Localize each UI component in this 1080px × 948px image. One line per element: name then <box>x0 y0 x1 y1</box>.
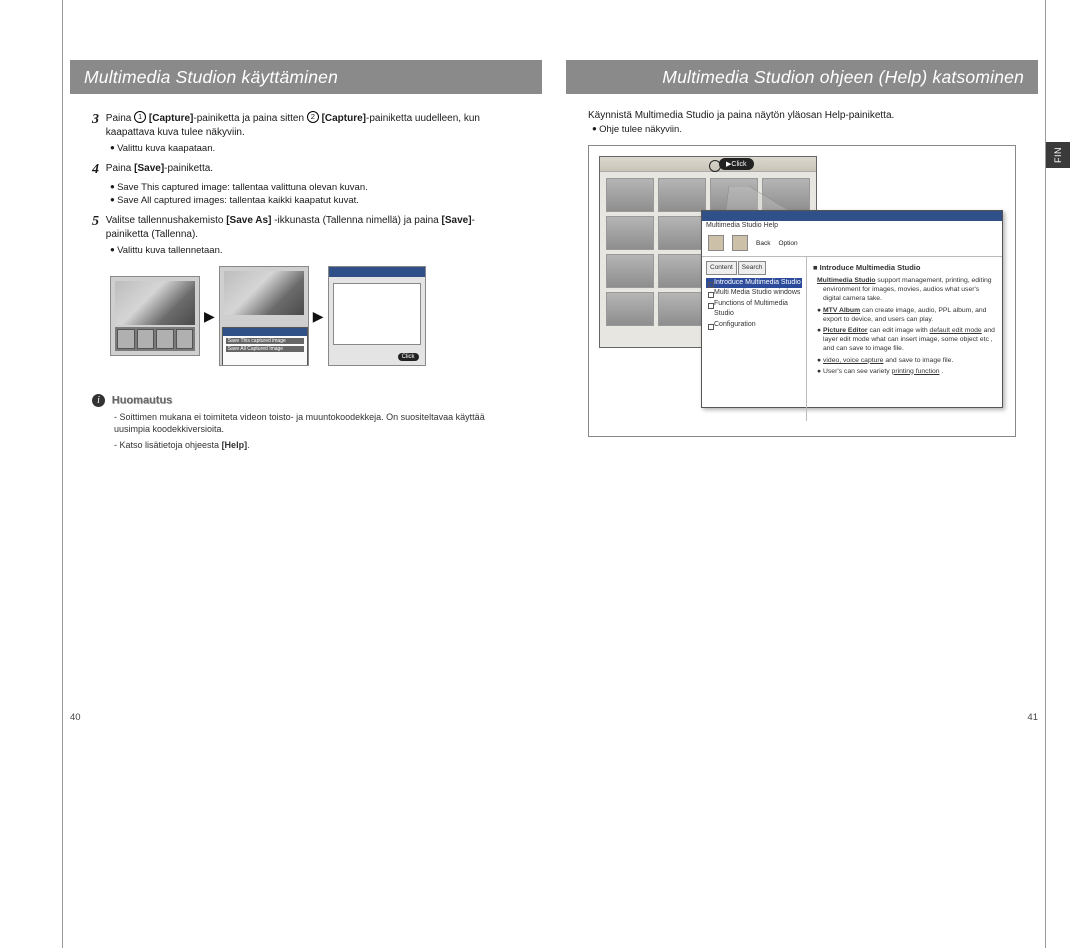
step5-body: Valitse tallennushakemisto [Save As] -ik… <box>106 214 486 241</box>
help-tree: Content Search Introduce Multimedia Stud… <box>702 257 807 421</box>
help-toolbar: Back Option <box>702 230 1002 257</box>
step4-body: Paina [Save]-painiketta. <box>106 162 486 176</box>
t: User's can see variety <box>823 368 892 375</box>
page-number-right: 41 <box>1027 712 1038 723</box>
save-popup: Save This captured image Save All Captur… <box>222 327 308 366</box>
toolbar-btn <box>732 235 748 251</box>
step3-bullet: Valittu kuva kaapataan. <box>110 143 520 154</box>
step-num-4: 4 <box>92 162 99 178</box>
note-block: i Huomautus - Soittimen mukana ei toimit… <box>92 394 520 451</box>
t: . <box>247 440 250 450</box>
step4-b2: Save All captured images: tallentaa kaik… <box>110 195 520 206</box>
t: [Save] <box>442 215 472 226</box>
step4-b1: Save This captured image: tallentaa vali… <box>110 182 520 193</box>
t: MTV Album <box>823 307 860 314</box>
fin-tab: FIN <box>1046 142 1070 168</box>
t: -painiketta ja paina sitten <box>193 113 306 124</box>
header-tick <box>562 66 566 88</box>
popup-line2: Save All Captured Image <box>226 346 304 352</box>
help-body: Content Search Introduce Multimedia Stud… <box>702 257 1002 421</box>
note-title: Huomautus <box>112 395 173 407</box>
tree-node-3: Functions of Multimedia Studio <box>706 299 802 320</box>
step3-body: Paina 1 [Capture]-painiketta ja paina si… <box>106 112 486 139</box>
step-4: 4 Paina [Save]-painiketta. <box>92 162 520 178</box>
tab-search: Search <box>738 261 767 275</box>
click-badge-icon: Click <box>398 353 419 361</box>
t: default edit mode <box>930 327 982 334</box>
step-num-5: 5 <box>92 214 99 230</box>
t: [Help] <box>222 440 248 450</box>
figure-thumb-1 <box>110 276 200 356</box>
screenshot-help-window: Multimedia Studio Help Back Option Conte… <box>701 210 1003 408</box>
right-intro: Käynnistä Multimedia Studio ja paina näy… <box>588 110 1016 121</box>
left-content: 3 Paina 1 [Capture]-painiketta ja paina … <box>70 94 542 451</box>
circled-1-icon: 1 <box>134 111 146 123</box>
right-header: Multimedia Studion ohjeen (Help) katsomi… <box>566 60 1038 94</box>
popup-line1: Save This captured image <box>226 338 304 344</box>
tree-node-4: Configuration <box>706 320 802 331</box>
t: Paina <box>106 113 134 124</box>
circled-2-icon: 2 <box>307 111 319 123</box>
fin-label: FIN <box>1053 147 1063 163</box>
figure-thumb-2: Save This captured image Save All Captur… <box>219 266 309 366</box>
toolbar-btn <box>708 235 724 251</box>
t: -ikkunasta (Tallenna nimellä) ja paina <box>271 215 441 226</box>
left-page: Multimedia Studion käyttäminen 3 Paina 1… <box>70 60 542 703</box>
help-text: ■ Introduce Multimedia Studio Multimedia… <box>807 257 1002 421</box>
step-5: 5 Valitse tallennushakemisto [Save As] -… <box>92 214 520 241</box>
t: Picture Editor <box>823 327 868 334</box>
help-window-title: Multimedia Studio Help <box>702 221 1002 230</box>
tab-content: Content <box>706 261 737 275</box>
t: Click <box>731 161 746 168</box>
right-content: Käynnistä Multimedia Studio ja paina näy… <box>566 94 1038 437</box>
tree-node-1: Introduce Multimedia Studio <box>706 278 802 289</box>
help-option: Option <box>778 240 797 247</box>
t: can edit image with <box>868 327 930 334</box>
arrow-icon: ▶ <box>204 308 215 325</box>
note-icon: i <box>92 394 105 407</box>
header-tick <box>542 66 546 88</box>
t: Introduce Multimedia Studio <box>820 263 921 272</box>
right-page: Multimedia Studion ohjeen (Help) katsomi… <box>566 60 1038 703</box>
right-title: Multimedia Studion ohjeen (Help) katsomi… <box>662 67 1024 88</box>
t: Multimedia Studio <box>817 277 876 284</box>
step-num-3: 3 <box>92 112 99 128</box>
spine-left <box>62 0 63 948</box>
step-3: 3 Paina 1 [Capture]-painiketta ja paina … <box>92 112 520 139</box>
t: -painiketta. <box>164 163 213 174</box>
note-line2: - Katso lisätietoja ohjeesta [Help]. <box>114 439 520 451</box>
step5-bullet: Valittu kuva tallennetaan. <box>110 245 520 256</box>
right-bullet: Ohje tulee näkyviin. <box>592 124 1016 135</box>
click-badge-icon: ▶Click <box>719 158 754 170</box>
t: Paina <box>106 163 134 174</box>
help-titlebar <box>702 211 1002 221</box>
arrow-icon: ▶ <box>313 308 324 325</box>
t: printing function <box>892 368 940 375</box>
figure-row: ▶ Save This captured image Save All Capt… <box>110 266 520 366</box>
t: [Save As] <box>226 215 271 226</box>
left-title: Multimedia Studion käyttäminen <box>84 67 338 88</box>
help-back: Back <box>756 240 770 247</box>
figure-thumb-3: Click <box>328 266 426 366</box>
t: Valitse tallennushakemisto <box>106 215 226 226</box>
t: [Capture] <box>149 113 193 124</box>
t: video, voice capture <box>823 357 883 364</box>
t: - Katso lisätietoja ohjeesta <box>114 440 222 450</box>
t: [Capture] <box>322 113 366 124</box>
page-number-left: 40 <box>70 712 81 723</box>
screenshot-frame: ▶Click Multimedia Studio Help Back Optio… <box>588 145 1016 437</box>
left-header: Multimedia Studion käyttäminen <box>70 60 542 94</box>
t: and save to image file. <box>883 357 953 364</box>
note-line1: - Soittimen mukana ei toimiteta videon t… <box>114 411 520 435</box>
tree-node-2: Multi Media Studio windows <box>706 288 802 299</box>
t: [Save] <box>134 163 164 174</box>
